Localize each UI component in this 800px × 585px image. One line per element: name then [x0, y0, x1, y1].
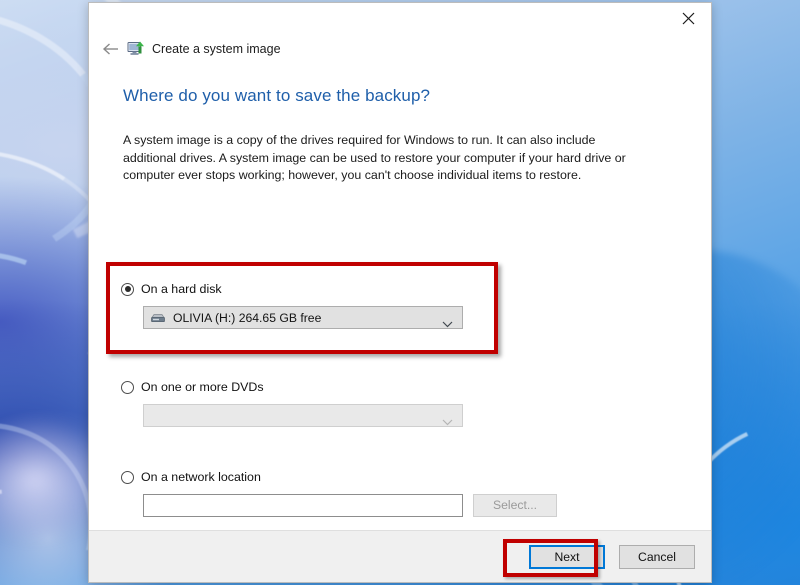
radio-button-indicator — [121, 381, 134, 394]
radio-button-indicator — [121, 471, 134, 484]
hard-disk-icon — [150, 311, 166, 325]
cancel-button[interactable]: Cancel — [619, 545, 695, 569]
radio-button-indicator — [121, 283, 134, 296]
select-button: Select... — [473, 494, 557, 517]
wizard-footer: Next Cancel — [89, 530, 711, 582]
radio-label: On a hard disk — [141, 282, 222, 296]
option-group-dvd: On one or more DVDs — [121, 378, 463, 427]
radio-on-a-hard-disk[interactable]: On a hard disk — [121, 280, 463, 298]
hard-disk-dropdown[interactable]: OLIVIA (H:) 264.65 GB free — [143, 306, 463, 329]
option-group-hard-disk: On a hard disk OLIVIA (H:) 264.65 GB fre… — [121, 280, 463, 329]
page-title: Where do you want to save the backup? — [123, 86, 685, 106]
radio-on-one-or-more-dvds[interactable]: On one or more DVDs — [121, 378, 463, 396]
window-title: Create a system image — [152, 42, 281, 56]
dvd-dropdown — [143, 404, 463, 427]
next-button[interactable]: Next — [529, 545, 605, 569]
close-icon[interactable] — [665, 3, 711, 33]
hard-disk-dropdown-value: OLIVIA (H:) 264.65 GB free — [173, 311, 321, 325]
radio-label: On one or more DVDs — [141, 380, 264, 394]
intro-description: A system image is a copy of the drives r… — [123, 132, 643, 185]
wizard-navigation-row: Create a system image — [89, 34, 711, 64]
system-image-icon — [127, 40, 145, 58]
back-arrow-icon[interactable] — [97, 37, 123, 61]
window-titlebar — [89, 3, 711, 34]
wizard-content: Where do you want to save the backup? A … — [89, 64, 711, 530]
network-location-input[interactable] — [143, 494, 463, 517]
radio-label: On a network location — [141, 470, 261, 484]
chevron-down-icon — [442, 315, 453, 333]
option-group-network: On a network location Select... — [121, 468, 557, 517]
chevron-down-icon — [442, 413, 453, 431]
create-system-image-window: Create a system image Where do you want … — [88, 2, 712, 583]
radio-on-a-network-location[interactable]: On a network location — [121, 468, 557, 486]
network-location-row: Select... — [143, 494, 557, 517]
